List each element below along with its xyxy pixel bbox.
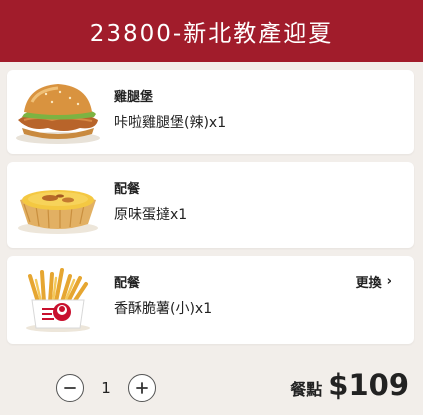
quantity-value: 1	[101, 379, 111, 397]
quantity-stepper: 1	[56, 374, 156, 402]
meal-price: 餐點 $109	[290, 368, 409, 402]
meal-item-title: 雞腿堡	[114, 90, 154, 105]
french-fries-image	[8, 262, 108, 336]
meal-item-desc: 咔啦雞腿堡(辣)x1	[114, 115, 227, 131]
egg-tart-image	[8, 168, 108, 242]
change-item-button[interactable]: 更換 ›	[356, 272, 392, 291]
meal-item-title: 配餐	[114, 182, 141, 197]
page-title: 23800-新北教產迎夏	[89, 21, 334, 47]
meal-item-title: 配餐	[114, 276, 141, 291]
change-item-label: 更換	[355, 276, 382, 291]
meal-item-fries: 配餐 香酥脆薯(小)x1 更換 ›	[7, 256, 414, 344]
plus-icon	[136, 382, 148, 394]
chevron-right-icon: ›	[386, 274, 392, 289]
meal-item-info: 配餐 原味蛋撻x1	[114, 178, 187, 224]
decrease-quantity-button[interactable]	[56, 374, 84, 402]
price-value: $109	[328, 368, 409, 402]
meal-item-info: 配餐 香酥脆薯(小)x1	[114, 272, 212, 318]
page-header: 23800-新北教產迎夏	[0, 0, 423, 62]
price-label: 餐點	[290, 380, 323, 399]
meal-item-desc: 香酥脆薯(小)x1	[114, 301, 213, 317]
meal-item-egg-tart: 配餐 原味蛋撻x1	[7, 162, 414, 248]
chicken-burger-image	[8, 76, 108, 150]
meal-item-burger: 雞腿堡 咔啦雞腿堡(辣)x1	[7, 70, 414, 154]
meal-item-desc: 原味蛋撻x1	[114, 207, 188, 223]
increase-quantity-button[interactable]	[128, 374, 156, 402]
minus-icon	[64, 387, 76, 389]
meal-item-info: 雞腿堡 咔啦雞腿堡(辣)x1	[114, 86, 226, 132]
